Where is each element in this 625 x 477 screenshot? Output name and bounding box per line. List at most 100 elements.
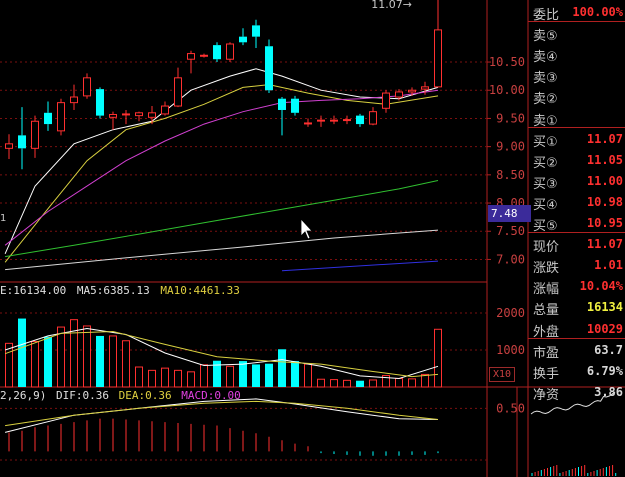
quote-value: 11.00: [586, 173, 623, 188]
ma-line-ma250: [281, 260, 439, 272]
candle-body: [265, 46, 273, 91]
volume-bar: [83, 325, 91, 388]
candle-body: [31, 120, 39, 149]
volume-bar: [369, 379, 377, 388]
volume-legend-vol: E:16134.00: [0, 284, 67, 297]
candle-body: [187, 53, 195, 60]
candle-body: [291, 98, 299, 113]
quote-value: 16134: [586, 300, 623, 315]
volume-bar: [226, 365, 234, 388]
volume-bar: [330, 379, 338, 388]
quote-value: 100.00%: [572, 5, 623, 19]
quote-row: 卖③: [528, 65, 625, 86]
quote-value: 6.79%: [586, 363, 623, 378]
macd-legend-dea: DEA:0.36: [118, 389, 172, 402]
volume-bar: [356, 380, 364, 387]
candle-body: [200, 54, 208, 57]
candle-body: [135, 112, 143, 117]
volume-bar: [57, 326, 65, 388]
volume-bar: [434, 328, 442, 388]
candle-body: [161, 105, 169, 115]
quote-value: 10029: [586, 321, 623, 336]
candle-body: [5, 143, 13, 149]
price-tick-label: 7.00: [496, 252, 525, 266]
quote-label: 现价: [533, 240, 560, 256]
volume-bar: [291, 361, 299, 387]
macd-legend: 2,26,9) DIF:0.36 DEA:0.36 MACD:0.00: [0, 389, 241, 402]
mouse-cursor-icon: [300, 217, 313, 240]
volume-tick-label: 2000: [496, 306, 525, 320]
quote-label: 卖④: [533, 50, 558, 66]
volume-bar: [304, 363, 312, 388]
candle-body: [57, 102, 65, 132]
candle-body: [317, 119, 325, 122]
candle-body: [434, 29, 442, 88]
volume-bar: [18, 318, 26, 387]
candle-body: [83, 77, 91, 97]
volume-legend: E:16134.00 MA5:6385.13 MA10:4461.33: [0, 284, 240, 297]
volume-bar: [109, 335, 117, 388]
quote-value: 10.04%: [579, 279, 623, 294]
volume-bar: [161, 367, 169, 388]
volume-bar: [135, 366, 143, 388]
quote-label: 卖③: [533, 71, 558, 87]
quote-row: 换手 6.79%: [528, 361, 625, 382]
volume-scale-button[interactable]: X10: [489, 367, 515, 382]
quote-label: 卖⑤: [533, 29, 558, 45]
volume-bar: [70, 319, 78, 388]
volume-bar: [395, 377, 403, 388]
quote-row: 涨幅 10.04%: [528, 276, 625, 297]
volume-bar: [421, 373, 429, 388]
candle-body: [96, 89, 104, 116]
candle-body: [239, 36, 247, 43]
candle-body: [70, 96, 78, 104]
volume-bar: [44, 336, 52, 387]
quote-label: 市盈: [533, 345, 560, 361]
quote-label: 买④: [533, 197, 558, 213]
ma-line-ma120: [5, 229, 439, 271]
candle-body: [343, 119, 351, 122]
volume-bar: [187, 371, 195, 388]
volume-bar: [148, 369, 156, 388]
quote-row: 总量 16134: [528, 297, 625, 318]
macd-dea-line: [5, 400, 439, 427]
macd-legend-macd: MACD:0.00: [181, 389, 241, 402]
quote-row: 卖②: [528, 86, 625, 107]
price-tick-label: 8.50: [496, 168, 525, 182]
candle-body: [148, 112, 156, 118]
top-price-label: 11.07→: [371, 0, 412, 11]
quote-label: 卖②: [533, 92, 558, 108]
volume-bar: [265, 363, 273, 387]
candle-body: [278, 98, 286, 110]
quote-row: 卖⑤: [528, 23, 625, 44]
quote-label: 涨跌: [533, 261, 560, 277]
candle-body: [226, 43, 234, 60]
quote-value: 11.07: [586, 131, 623, 146]
candle-body: [44, 112, 52, 125]
macd-tick-label: 0.50: [496, 401, 525, 415]
volume-bar: [239, 361, 247, 387]
candle-body: [252, 25, 260, 37]
quote-value: 63.7: [594, 342, 623, 357]
macd-legend-dif: DIF:0.36: [55, 389, 109, 402]
quote-value: 10.98: [586, 194, 623, 209]
candle-body: [174, 77, 182, 107]
candle-body: [421, 86, 429, 90]
quote-label: 买③: [533, 176, 558, 192]
price-tick-label: 10.00: [489, 83, 525, 97]
quote-value: 1.01: [594, 258, 623, 273]
quote-row: 现价 11.07: [528, 234, 625, 255]
quote-row: 买④ 10.98: [528, 192, 625, 213]
quote-row: 买② 11.05: [528, 150, 625, 171]
quote-label: 换手: [533, 366, 560, 382]
quote-row: 净资 3.86: [528, 382, 625, 403]
quote-value: 11.07: [586, 237, 623, 252]
candle-body: [408, 89, 416, 93]
quote-value: 11.05: [586, 152, 623, 167]
volume-bar: [278, 349, 286, 387]
volume-bar: [31, 340, 39, 388]
price-tick-label: 7.50: [496, 224, 525, 238]
quote-value: 3.86: [594, 384, 623, 399]
candle-body: [213, 45, 221, 60]
quote-label: 净资: [533, 387, 560, 403]
